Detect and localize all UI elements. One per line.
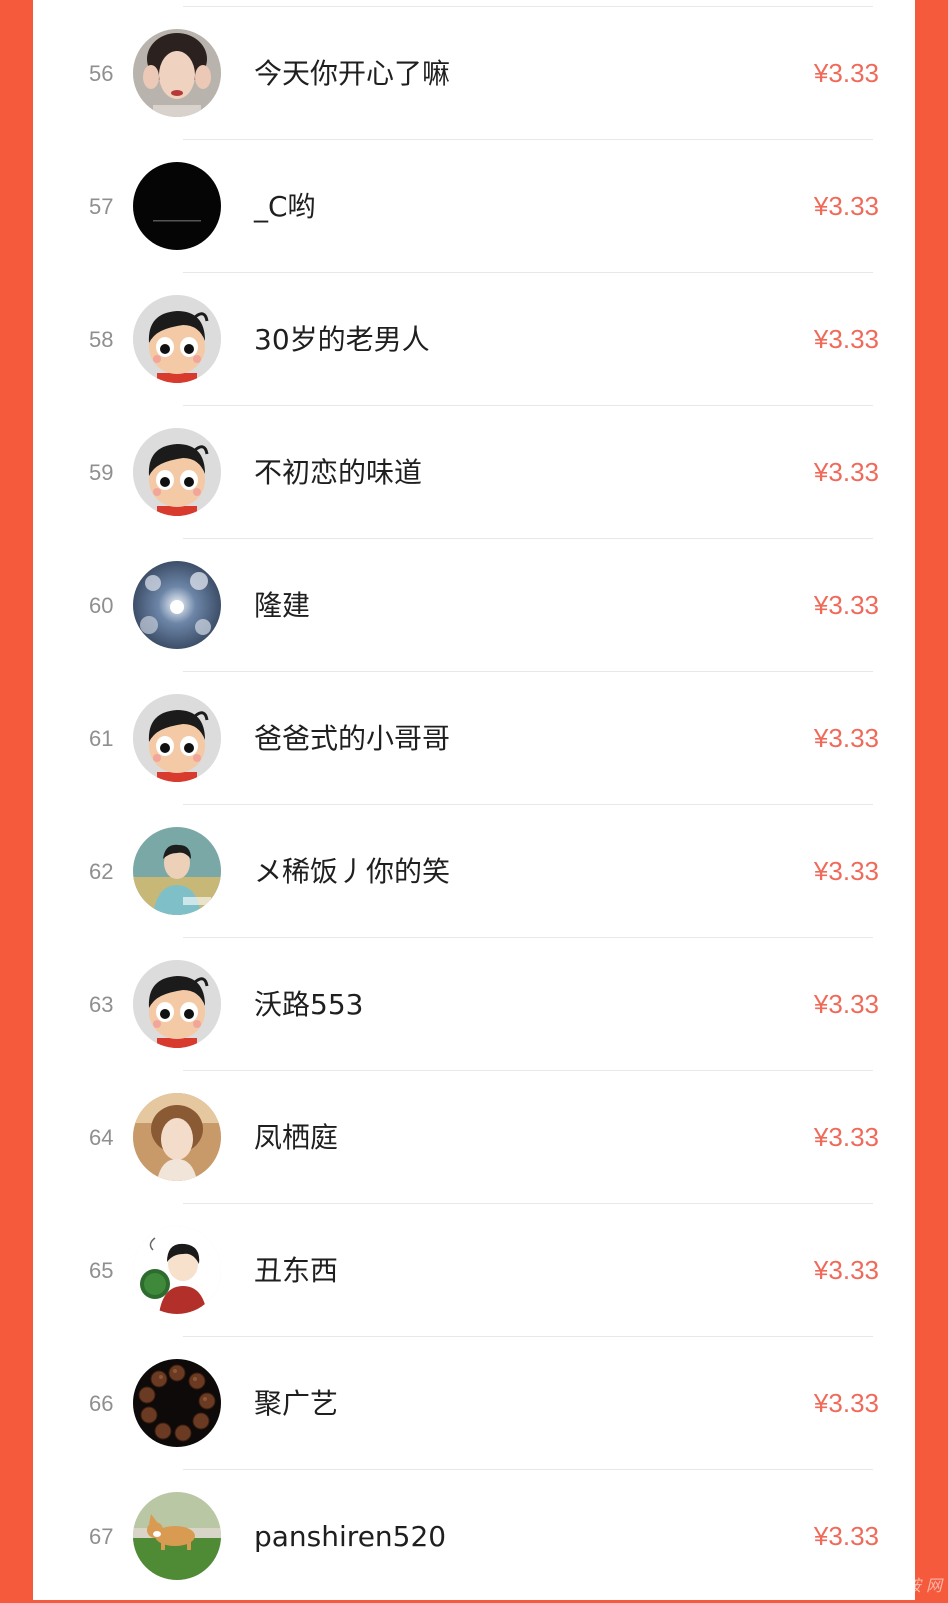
avatar[interactable] <box>133 162 221 250</box>
rank-number: 65 <box>89 1258 114 1283</box>
avatar[interactable] <box>133 960 221 1048</box>
leaderboard-row[interactable]: 56 今天你开心了嘛 ¥3.33 <box>33 7 915 140</box>
rank-number: 60 <box>89 593 114 618</box>
amount: ¥3.33 <box>813 324 879 354</box>
rank-number: 66 <box>89 1391 114 1416</box>
avatar[interactable] <box>133 1093 221 1181</box>
amount: ¥3.33 <box>813 1521 879 1551</box>
user-name: 不初恋的味道 <box>254 456 423 489</box>
amount: ¥3.33 <box>813 1388 879 1418</box>
rank-number: 56 <box>89 61 114 86</box>
amount: ¥3.33 <box>813 191 879 221</box>
user-name: 今天你开心了嘛 <box>254 57 451 90</box>
rank-number: 59 <box>89 460 114 485</box>
rank-number: 63 <box>89 992 114 1017</box>
rank-number: 67 <box>89 1524 114 1549</box>
avatar[interactable] <box>133 1226 221 1314</box>
user-name: 聚广艺 <box>254 1387 339 1420</box>
rank-number: 64 <box>89 1125 114 1150</box>
leaderboard-row[interactable]: 59 不初恋的味道 ¥3.33 <box>33 406 915 539</box>
avatar[interactable] <box>133 295 221 383</box>
rank-number: 61 <box>89 726 114 751</box>
amount: ¥3.33 <box>813 457 879 487</box>
amount: ¥3.33 <box>813 989 879 1019</box>
user-name: 丑东西 <box>254 1254 339 1287</box>
leaderboard-panel: 56 今天你开心了嘛 ¥3.33 57 _C哟 ¥3.33 58 30岁的老男人 ¥3.33 59… <box>33 0 915 1600</box>
avatar[interactable] <box>133 561 221 649</box>
amount: ¥3.33 <box>813 723 879 753</box>
amount: ¥3.33 <box>813 1255 879 1285</box>
user-name: 隆建 <box>254 589 311 622</box>
user-name: panshiren520 <box>254 1520 447 1553</box>
leaderboard-row[interactable]: 58 30岁的老男人 ¥3.33 <box>33 273 915 406</box>
avatar[interactable] <box>133 827 221 915</box>
leaderboard-row[interactable]: 66 聚广艺 ¥3.33 <box>33 1337 915 1470</box>
user-name: 30岁的老男人 <box>254 323 430 356</box>
avatar[interactable] <box>133 1492 221 1580</box>
leaderboard-list: 56 今天你开心了嘛 ¥3.33 57 _C哟 ¥3.33 58 30岁的老男人 ¥3.33 59… <box>33 7 915 1603</box>
amount: ¥3.33 <box>813 590 879 620</box>
amount: ¥3.33 <box>813 856 879 886</box>
amount: ¥3.33 <box>813 58 879 88</box>
user-name: 沃路553 <box>254 988 364 1021</box>
leaderboard-row[interactable]: 64 凤栖庭 ¥3.33 <box>33 1071 915 1204</box>
rank-number: 58 <box>89 327 114 352</box>
leaderboard-row[interactable]: 67 panshiren520 ¥3.33 <box>33 1470 915 1603</box>
user-name: メ稀饭丿你的笑 <box>254 855 451 888</box>
leaderboard-row[interactable]: 62 メ稀饭丿你的笑 ¥3.33 <box>33 805 915 938</box>
watermark: 鞍 网 <box>904 1576 942 1595</box>
user-name: _C哟 <box>254 190 316 223</box>
amount: ¥3.33 <box>813 1122 879 1152</box>
user-name: 爸爸式的小哥哥 <box>254 722 451 755</box>
avatar[interactable] <box>133 29 221 117</box>
leaderboard-row[interactable]: 65 丑东西 ¥3.33 <box>33 1204 915 1337</box>
leaderboard-row[interactable]: 60 隆建 ¥3.33 <box>33 539 915 672</box>
leaderboard-row[interactable]: 63 沃路553 ¥3.33 <box>33 938 915 1071</box>
avatar[interactable] <box>133 428 221 516</box>
leaderboard-row[interactable]: 57 _C哟 ¥3.33 <box>33 140 915 273</box>
rank-number: 57 <box>89 194 114 219</box>
rank-number: 62 <box>89 859 114 884</box>
avatar[interactable] <box>133 1359 221 1447</box>
user-name: 凤栖庭 <box>254 1121 339 1154</box>
leaderboard-row[interactable]: 61 爸爸式的小哥哥 ¥3.33 <box>33 672 915 805</box>
avatar[interactable] <box>133 694 221 782</box>
